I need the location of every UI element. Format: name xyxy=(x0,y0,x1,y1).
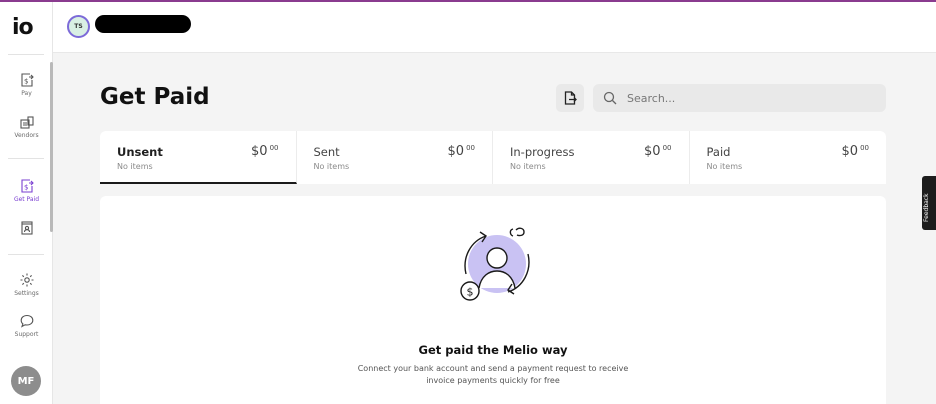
sidebar-scrollbar[interactable] xyxy=(50,62,53,232)
status-tabs: Unsent No items $0 00 Sent No items $0 00 … xyxy=(100,131,886,184)
tab-label: Paid xyxy=(706,145,731,159)
tab-count: No items xyxy=(706,162,743,171)
search-input[interactable] xyxy=(627,90,867,106)
sidebar-item-vendors[interactable]: Vendors xyxy=(0,114,53,139)
dollar-arrow-icon: $ xyxy=(20,73,34,87)
sidebar-item-label: Pay xyxy=(21,90,32,97)
tab-label: In-progress xyxy=(510,145,575,159)
page-title: Get Paid xyxy=(100,84,210,110)
tab-unsent[interactable]: Unsent No items $0 00 xyxy=(100,131,297,184)
sidebar-item-label: Vendors xyxy=(14,132,39,139)
svg-text:$: $ xyxy=(24,78,28,86)
sidebar-item-get-paid[interactable]: $ Get Paid xyxy=(0,178,53,203)
feedback-label: Feedback xyxy=(923,193,930,222)
sidebar-item-pay[interactable]: $ Pay xyxy=(0,72,53,97)
contacts-icon xyxy=(20,221,33,235)
tab-count: No items xyxy=(313,162,350,171)
svg-text:$: $ xyxy=(24,184,28,192)
tab-label: Unsent xyxy=(117,145,163,159)
sidebar: io $ Pay Vendors $ Get Paid Settings Sup… xyxy=(0,2,53,404)
gear-icon xyxy=(20,273,33,287)
search-box[interactable] xyxy=(593,84,886,112)
sidebar-divider xyxy=(8,158,44,159)
tab-amount: $0 00 xyxy=(841,144,869,159)
organization-avatar[interactable]: TS xyxy=(67,15,90,38)
empty-state-description: Connect your bank account and send a pay… xyxy=(357,364,629,385)
tab-sent[interactable]: Sent No items $0 00 xyxy=(297,131,493,184)
chat-icon xyxy=(20,314,33,328)
tab-amount: $0 00 xyxy=(447,144,475,159)
tab-count: No items xyxy=(510,162,546,171)
sidebar-item-support[interactable]: Support xyxy=(0,313,53,338)
tab-count: No items xyxy=(117,162,153,171)
tab-amount: $0 00 xyxy=(644,144,672,159)
empty-state-title: Get paid the Melio way xyxy=(418,343,568,357)
sidebar-item-label: Support xyxy=(14,331,39,338)
user-avatar[interactable]: MF xyxy=(11,366,41,396)
melio-logo[interactable]: io xyxy=(12,15,40,43)
export-icon xyxy=(564,91,577,105)
sidebar-divider xyxy=(8,54,44,55)
search-icon xyxy=(603,91,617,105)
tab-paid[interactable]: Paid No items $0 00 xyxy=(690,131,887,184)
sidebar-item-label: Get Paid xyxy=(13,196,40,203)
tab-in-progress[interactable]: In-progress No items $0 00 xyxy=(493,131,690,184)
get-paid-illustration-icon: $ xyxy=(460,227,530,301)
organization-name-redacted[interactable] xyxy=(95,15,191,33)
sidebar-item-label: Settings xyxy=(14,290,39,297)
top-header: TS xyxy=(53,2,936,53)
tab-amount: $0 00 xyxy=(251,144,279,159)
export-button[interactable] xyxy=(556,84,584,112)
empty-state-panel: $ Get paid the Melio way Connect your ba… xyxy=(100,196,886,404)
dollar-arrow-icon: $ xyxy=(20,179,34,193)
sidebar-item-contacts[interactable] xyxy=(0,220,53,236)
svg-text:$: $ xyxy=(467,286,474,299)
feedback-tab[interactable]: Feedback xyxy=(922,176,936,230)
sidebar-item-settings[interactable]: Settings xyxy=(0,272,53,297)
sidebar-divider xyxy=(8,254,44,255)
tab-label: Sent xyxy=(313,145,340,159)
vendors-icon xyxy=(19,116,34,129)
